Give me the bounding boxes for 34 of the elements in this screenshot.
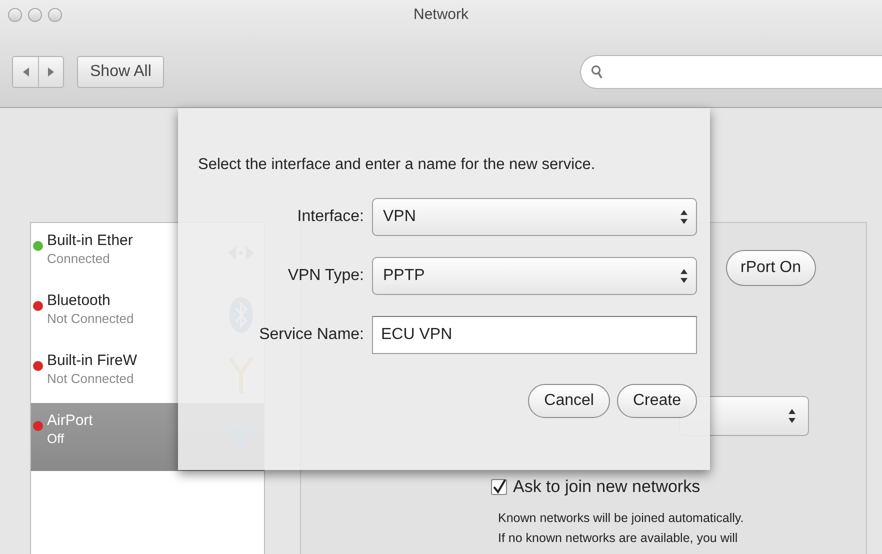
service-status: Off [47, 430, 66, 447]
window-control-button[interactable] [48, 8, 62, 22]
right-arrow-icon [47, 67, 55, 77]
turn-airport-on-button[interactable]: rPort On [726, 250, 816, 286]
popup-menu[interactable]: PPTP [372, 257, 697, 296]
window-control-button[interactable] [28, 8, 42, 22]
field-label: Service Name: [258, 325, 365, 346]
checkbox-label: Ask to join new networks [513, 476, 700, 498]
service-name: Bluetooth [47, 291, 112, 310]
search-field[interactable] [580, 55, 882, 89]
stepper-arrows-icon [788, 408, 796, 424]
window-title: Network [412, 5, 470, 25]
field-label: Interface: [296, 207, 365, 228]
service-name-field[interactable]: ECU VPN [372, 316, 697, 354]
dialog-prompt: Select the interface and enter a name for the new service. [198, 155, 596, 175]
service-status: Not Connected [47, 310, 135, 327]
dialog-button[interactable]: Cancel [528, 384, 610, 418]
service-name: Built-in FireW [47, 351, 138, 370]
window-control-button[interactable] [8, 8, 22, 22]
left-arrow-icon [22, 67, 30, 77]
help-text: Known networks will be joined automatically. [498, 510, 745, 527]
stepper-arrows-icon [680, 209, 688, 226]
dialog-button[interactable]: Create [616, 384, 697, 418]
popup-menu[interactable]: VPN [372, 198, 697, 236]
service-name: AirPort [47, 411, 94, 430]
field-label: VPN Type: [286, 266, 365, 286]
ask-to-join-checkbox[interactable] [491, 478, 507, 495]
search-icon [591, 65, 603, 79]
service-name: Built-in Ether [47, 231, 134, 250]
stepper-arrows-icon [680, 268, 688, 284]
service-status: Not Connected [47, 370, 135, 387]
show-all-button[interactable]: Show All [77, 56, 164, 88]
help-text: If no known networks are available, you will [498, 530, 739, 547]
service-status: Connected [47, 250, 111, 267]
